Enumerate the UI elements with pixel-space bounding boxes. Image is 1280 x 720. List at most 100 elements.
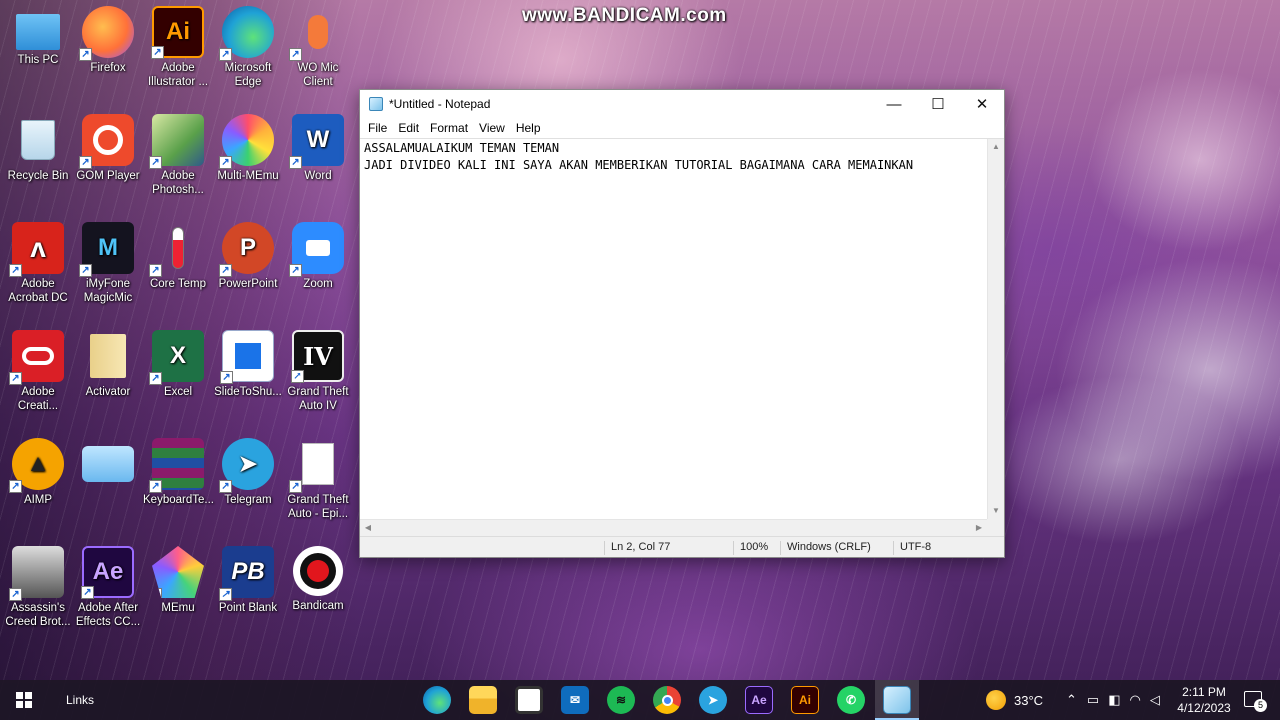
word-icon: W ↗ <box>289 114 344 169</box>
desktop-icon-telegram[interactable]: ➤ ↗ Telegram <box>213 438 283 507</box>
desktop-icon-firefox[interactable]: ↗ Firefox <box>73 6 143 75</box>
close-button[interactable]: ✕ <box>960 90 1004 118</box>
desktop-icon-photoshop[interactable]: ↗ Adobe Photosh... <box>143 114 213 197</box>
blank-file-icon: ↗ <box>289 438 344 493</box>
taskbar-chrome-icon[interactable] <box>653 686 681 714</box>
clock[interactable]: 2:11 PM 4/12/2023 <box>1172 684 1236 716</box>
maximize-button[interactable]: ☐ <box>916 90 960 118</box>
start-button[interactable] <box>0 680 48 720</box>
notepad-titlebar[interactable]: *Untitled - Notepad — ☐ ✕ <box>360 90 1004 118</box>
desktop-icon-label: Bandicam <box>292 600 344 612</box>
desktop-icon-memu[interactable]: ↗ MEmu <box>143 546 213 615</box>
desktop-icon-word[interactable]: W ↗ Word <box>283 114 353 183</box>
scroll-left-icon[interactable]: ◀ <box>360 520 376 536</box>
photoshop-icon: ↗ <box>149 114 204 169</box>
desktop-icon-assassins-creed[interactable]: ↗ Assassin's Creed Brot... <box>3 546 73 629</box>
gom-player-icon: ↗ <box>79 114 134 169</box>
aimp-icon: ▲ ↗ <box>9 438 64 493</box>
taskbar-edge-icon[interactable] <box>423 686 451 714</box>
desktop-icon-label: Word <box>304 170 332 182</box>
desktop-icon-label: Core Temp <box>149 278 207 290</box>
desktop-icon-magicmic[interactable]: M ↗ iMyFone MagicMic <box>73 222 143 305</box>
battery-icon[interactable]: ▭ <box>1087 692 1099 708</box>
desktop-icon-label: Firefox <box>90 62 126 74</box>
taskbar-file-explorer-icon[interactable] <box>469 686 497 714</box>
desktop-icon-recycle-bin[interactable]: Recycle Bin <box>3 114 73 183</box>
volume-icon[interactable]: ◁ <box>1150 692 1160 708</box>
after-effects-icon: Ae ↗ <box>81 546 134 599</box>
desktop-icon-aimp[interactable]: ▲ ↗ AIMP <box>3 438 73 507</box>
menu-edit[interactable]: Edit <box>393 121 424 135</box>
desktop-icon-this-pc[interactable]: This PC <box>3 6 73 67</box>
clock-time: 2:11 PM <box>1182 685 1226 699</box>
horizontal-scrollbar[interactable]: ◀ ▶ <box>360 519 987 536</box>
desktop-icon-gta-iv[interactable]: IV ↗ Grand Theft Auto IV <box>283 330 353 413</box>
menu-help[interactable]: Help <box>511 121 546 135</box>
menu-format[interactable]: Format <box>425 121 473 135</box>
point-blank-icon: PB ↗ <box>219 546 274 601</box>
desktop-icon-label: SlideToShu... <box>214 386 282 398</box>
menu-view[interactable]: View <box>474 121 510 135</box>
desktop-icon-edge[interactable]: ↗ Microsoft Edge <box>213 6 283 89</box>
creative-cloud-icon: ↗ <box>9 330 64 385</box>
notepad-window[interactable]: *Untitled - Notepad — ☐ ✕ File Edit Form… <box>359 89 1005 558</box>
desktop-icon-after-effects[interactable]: Ae ↗ Adobe After Effects CC... <box>73 546 143 629</box>
taskbar-whatsapp-icon[interactable]: ✆ <box>837 686 865 714</box>
desktop-icon-unnamed[interactable] <box>73 438 143 485</box>
desktop-icon-bandicam[interactable]: Bandicam <box>283 546 353 613</box>
taskbar-spotify-icon[interactable]: ≋ <box>607 686 635 714</box>
bandicam-record-icon <box>293 546 343 596</box>
desktop-icon-slidetoshutdown[interactable]: ↗ SlideToShu... <box>213 330 283 399</box>
show-hidden-icons-icon[interactable]: ⌃ <box>1066 692 1077 708</box>
desktop-icon-keyboardtest[interactable]: ↗ KeyboardTe... <box>143 438 214 507</box>
links-toolbar[interactable]: Links <box>66 693 94 707</box>
taskbar-illustrator-icon[interactable]: Ai <box>791 686 819 714</box>
vertical-scrollbar[interactable]: ▲ ▼ <box>987 139 1004 519</box>
desktop-icon-point-blank[interactable]: PB ↗ Point Blank <box>213 546 283 615</box>
notifications-icon[interactable]: 5 <box>1244 691 1267 712</box>
taskbar-telegram-icon[interactable]: ➤ <box>699 686 727 714</box>
desktop-icon-wo-mic[interactable]: ↗ WO Mic Client <box>283 6 353 89</box>
taskbar-after-effects-icon[interactable]: Ae <box>745 686 773 714</box>
status-position: Ln 2, Col 77 <box>604 541 730 555</box>
scroll-right-icon[interactable]: ▶ <box>971 520 987 536</box>
desktop-icon-label: Assassin's Creed Brot... <box>5 602 71 628</box>
weather-sun-icon <box>986 690 1006 710</box>
weather-widget[interactable]: 33°C <box>986 680 1043 720</box>
desktop-icon-label: KeyboardTe... <box>143 494 214 506</box>
text-line: JADI DIVIDEO KALI INI SAYA AKAN MEMBERIK… <box>364 158 914 172</box>
status-line-ending: Windows (CRLF) <box>780 541 892 555</box>
taskbar-store-icon[interactable] <box>515 686 543 714</box>
magicmic-icon: M ↗ <box>79 222 134 277</box>
taskbar-notepad-icon[interactable] <box>883 686 911 714</box>
desktop-icon-activator[interactable]: Activator <box>73 330 143 399</box>
wifi-icon[interactable]: ◠ <box>1130 692 1141 708</box>
desktop-icon-powerpoint[interactable]: P ↗ PowerPoint <box>213 222 283 291</box>
desktop-icon-zoom[interactable]: ↗ Zoom <box>283 222 353 291</box>
desktop-icon-illustrator[interactable]: Ai ↗ Adobe Illustrator ... <box>143 6 213 89</box>
menu-bar: File Edit Format View Help <box>360 118 1004 138</box>
status-encoding: UTF-8 <box>893 541 993 555</box>
desktop-icon-label: GOM Player <box>76 170 140 182</box>
text-editor[interactable]: ASSALAMUALAIKUM TEMAN TEMAN JADI DIVIDEO … <box>360 138 1004 536</box>
notepad-icon <box>369 97 383 111</box>
desktop-icon-label: Point Blank <box>218 602 278 614</box>
desktop-icon-creative-cloud[interactable]: ↗ Adobe Creati... <box>3 330 73 413</box>
notification-count-badge: 5 <box>1254 699 1267 712</box>
zoom-icon: ↗ <box>289 222 344 277</box>
desktop-icon-acrobat[interactable]: ʌ ↗ Adobe Acrobat DC <box>3 222 73 305</box>
desktop-icon-multi-memu[interactable]: ↗ Multi-MEmu <box>213 114 283 183</box>
menu-file[interactable]: File <box>363 121 392 135</box>
desktop-icon-core-temp[interactable]: ↗ Core Temp <box>143 222 213 291</box>
minimize-button[interactable]: — <box>872 90 916 118</box>
illustrator-icon: Ai ↗ <box>151 6 204 59</box>
scroll-down-icon[interactable]: ▼ <box>988 503 1004 519</box>
computer-icon <box>16 14 60 50</box>
usb-device-icon[interactable]: ◧ <box>1108 692 1120 708</box>
desktop-icon-excel[interactable]: X ↗ Excel <box>143 330 213 399</box>
scroll-up-icon[interactable]: ▲ <box>988 139 1004 155</box>
editor-content[interactable]: ASSALAMUALAIKUM TEMAN TEMAN JADI DIVIDEO … <box>364 140 913 174</box>
desktop-icon-gta-episodes[interactable]: ↗ Grand Theft Auto - Epi... <box>283 438 353 521</box>
taskbar-mail-icon[interactable]: ✉ <box>561 686 589 714</box>
desktop-icon-gom-player[interactable]: ↗ GOM Player <box>73 114 143 183</box>
